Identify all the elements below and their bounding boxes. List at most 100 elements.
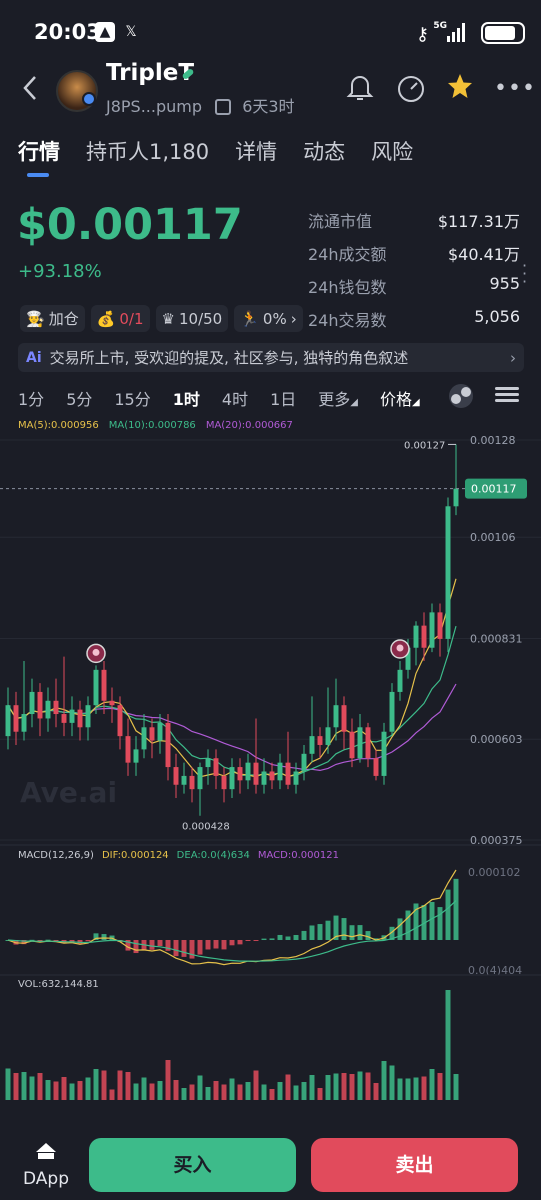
candle-body [261, 771, 267, 785]
ai-summary-banner[interactable]: Ai 交易所上市, 受欢迎的提及, 社区参与, 独特的角色叙述 › [18, 343, 524, 372]
ai-icon: Ai [26, 349, 42, 366]
macd-bar [181, 940, 187, 957]
macd-bar [437, 907, 443, 940]
macd-bar [277, 934, 283, 940]
interval-1d[interactable]: 1日 [270, 386, 296, 410]
volume-bar [37, 1073, 43, 1100]
indicator-toggle-icon[interactable] [449, 384, 473, 408]
macd-bar [453, 878, 459, 940]
candle-body [165, 722, 171, 768]
candle-body [437, 612, 443, 639]
speedometer-icon[interactable] [396, 74, 426, 104]
y-axis-tick: 0.000831 [470, 632, 523, 645]
volume-bar [21, 1072, 27, 1100]
volume-bar [53, 1081, 59, 1100]
stat-24h-wallets: 24h钱包数 955 [308, 274, 520, 297]
candle-body [317, 736, 323, 745]
watermark-text: Ave.ai [20, 776, 117, 809]
cook-icon: 👨‍🍳 [26, 309, 45, 328]
runner-icon: 🏃 [240, 309, 259, 328]
chart-tools [449, 384, 519, 408]
candle-body [189, 775, 195, 790]
interval-5m[interactable]: 5分 [66, 386, 92, 410]
candle-body [333, 705, 339, 728]
interval-more[interactable]: 更多◢ [318, 386, 358, 410]
volume-bar [349, 1074, 355, 1100]
interval-1h[interactable]: 1时 [173, 386, 200, 410]
volume-bar [357, 1071, 363, 1100]
sell-button[interactable]: 卖出 [311, 1138, 518, 1192]
volume-bar [341, 1073, 347, 1100]
macd-bar [237, 940, 243, 945]
volume-bar [397, 1078, 403, 1100]
interval-1m[interactable]: 1分 [18, 386, 44, 410]
candle-body [37, 691, 43, 719]
low-price-label: 0.000428 [182, 822, 230, 833]
signal-icon [447, 22, 465, 42]
verified-pill-icon [182, 69, 194, 79]
interval-15m[interactable]: 15分 [114, 386, 150, 410]
volume-bar [93, 1069, 99, 1100]
dea-line [7, 900, 457, 962]
candle-body [269, 771, 275, 781]
macd-bar [189, 940, 195, 959]
interval-4h[interactable]: 4时 [222, 386, 248, 410]
candle-body [157, 722, 163, 741]
volume-bar [245, 1082, 251, 1100]
ma5-line [7, 578, 457, 778]
volume-bar [61, 1077, 67, 1100]
macd-bar [197, 940, 203, 955]
tab-risk[interactable]: 风险 [371, 136, 413, 166]
volume-bar [285, 1074, 291, 1100]
money-bag-icon: 💰 [96, 309, 116, 328]
chip-crown[interactable]: ♛ 10/50 [155, 305, 229, 332]
chart-settings-icon[interactable] [495, 384, 519, 408]
volume-bar [405, 1078, 411, 1100]
volume-bar [429, 1069, 435, 1100]
volume-bar [373, 1083, 379, 1100]
candle-body [213, 758, 219, 776]
tab-market[interactable]: 行情 [18, 136, 60, 166]
price-mode-dropdown[interactable]: 价格◢ [380, 386, 420, 410]
tab-activity[interactable]: 动态 [303, 136, 345, 166]
tab-underline [27, 173, 49, 177]
status-bar: 20:03 ▲ 𝕏 ⚷ 5G [0, 0, 541, 64]
candle-body [29, 691, 35, 715]
volume-bar [381, 1061, 387, 1100]
stat-market-cap: 流通市值 $117.31万 [308, 212, 520, 231]
candle-body [85, 705, 91, 728]
candle-body [389, 691, 395, 732]
macd-bar [301, 930, 307, 940]
macd-bar [149, 940, 155, 950]
candle-body [237, 767, 243, 781]
volume-bar [181, 1088, 187, 1100]
volume-bar [221, 1084, 227, 1100]
battery-icon [481, 22, 525, 44]
price-change: +93.18% [18, 261, 102, 282]
volume-bar [205, 1087, 211, 1100]
stat-24h-volume: 24h成交额 $40.41万 [308, 245, 520, 264]
volume-bar [437, 1073, 443, 1100]
back-icon[interactable] [20, 74, 40, 102]
buy-button[interactable]: 买入 [89, 1138, 296, 1192]
dapp-button[interactable]: DApp [22, 1142, 70, 1189]
chip-money-bag[interactable]: 💰 0/1 [90, 305, 150, 332]
stats-more-icon[interactable]: · · · [522, 258, 527, 290]
interval-selector: 1分 5分 15分 1时 4时 1日 更多◢ 价格◢ [18, 386, 420, 410]
volume-bar [141, 1077, 147, 1100]
candlestick-chart[interactable]: 0.001280.001060.0008310.0006030.000375Av… [0, 430, 541, 1110]
copy-icon[interactable] [215, 99, 232, 115]
chip-add-position[interactable]: 👨‍🍳 加仓 [20, 305, 85, 332]
volume-bar [253, 1070, 259, 1100]
tab-details[interactable]: 详情 [235, 136, 277, 166]
candle-body [429, 612, 435, 648]
chip-runner[interactable]: 🏃 0% › [234, 305, 303, 332]
network-label: 5G [433, 21, 447, 31]
macd-bar [349, 925, 355, 940]
bell-icon[interactable] [346, 72, 374, 102]
more-icon[interactable]: ••• [494, 76, 536, 101]
volume-bar [301, 1082, 307, 1100]
star-icon[interactable] [446, 72, 474, 100]
tab-holders[interactable]: 持币人1,180 [86, 136, 209, 166]
macd-bar [173, 940, 179, 957]
